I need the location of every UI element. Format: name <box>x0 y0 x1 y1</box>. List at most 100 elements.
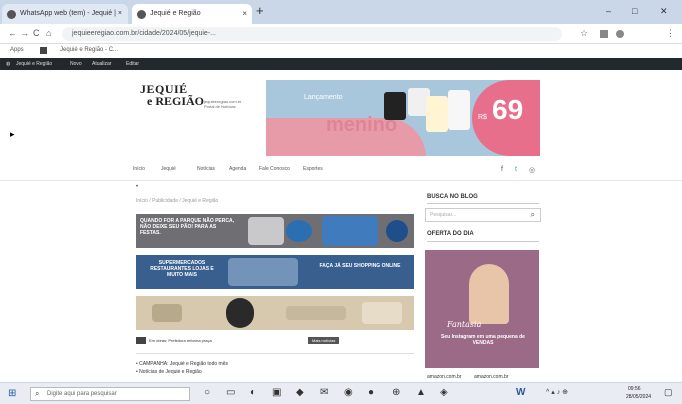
reload-button[interactable]: C <box>33 28 40 38</box>
banner-image <box>248 217 284 245</box>
divider <box>136 353 414 354</box>
home-button[interactable]: ⌂ <box>46 28 51 38</box>
search-placeholder: Pesquisar... <box>430 212 457 218</box>
cortana-icon[interactable]: ○ <box>204 387 210 398</box>
sidebar-title-offer: OFERTA DO DIA <box>427 231 474 237</box>
ad-price: 69 <box>492 94 524 125</box>
web-page: JEQUIÉ e REGIÃO jequieeregiao.com.br Por… <box>0 70 682 382</box>
ad-banner-2[interactable]: SUPERMERCADOS RESTAURANTES LOJAS E MUITO… <box>136 255 414 289</box>
wordpress-admin-bar: ◍ Jequié e Região Novo Atualizar Editar <box>0 58 682 70</box>
news-tag[interactable]: Mais notícias <box>308 337 340 344</box>
app-icon[interactable]: ● <box>368 387 374 398</box>
bookmark-jequie[interactable]: Jequié e Região - C... <box>60 47 118 53</box>
ad-label: Lançamento <box>304 94 343 101</box>
extension-icon[interactable] <box>600 30 608 38</box>
notification-icon[interactable]: ▢ <box>664 387 673 398</box>
maximize-button[interactable]: □ <box>632 6 637 16</box>
banner-text: FAÇA JÁ SEU SHOPPING ONLINE <box>319 263 401 269</box>
banner-image <box>152 304 182 322</box>
url-input[interactable]: jequieeregiao.com.br/cidade/2024/05/jequ… <box>62 27 562 41</box>
ad-banner-1[interactable]: QUANDO FOR A PARQUE NÃO PERCA, NÃO DEIXE… <box>136 214 414 248</box>
news-link[interactable]: Em obras: Prefeitura reforma praça <box>149 338 212 343</box>
ad-banner-3[interactable] <box>136 296 414 330</box>
url-text: jequieeregiao.com.br/cidade/2024/05/jequ… <box>72 30 216 37</box>
news-thumb-icon <box>136 337 146 344</box>
banner-box <box>362 302 402 324</box>
facebook-icon[interactable]: f <box>501 166 503 173</box>
menu-item-sports[interactable]: Esportes <box>303 166 323 172</box>
ad-person-image <box>469 264 509 324</box>
header-ad-banner[interactable]: Lançamento menino R$ 69 <box>266 80 540 156</box>
back-button[interactable]: ← <box>8 28 17 38</box>
forward-button[interactable]: → <box>20 28 29 38</box>
menu-item-contact[interactable]: Fale Conosco <box>259 166 290 172</box>
file-explorer-icon[interactable]: ▣ <box>272 387 281 398</box>
instagram-icon[interactable]: ◎ <box>529 166 535 174</box>
admin-site-link[interactable]: Jequié e Região <box>16 61 52 67</box>
banner-box <box>322 216 378 246</box>
windows-start-icon[interactable]: ⊞ <box>8 388 16 399</box>
app-icon[interactable]: ◈ <box>440 387 448 398</box>
word-icon[interactable]: W <box>516 387 525 398</box>
list-item[interactable]: • Notícias de Jequié e Região <box>136 369 202 375</box>
task-view-icon[interactable]: ▭ <box>226 387 235 398</box>
drive-icon[interactable]: ▲ <box>416 387 426 398</box>
profile-avatar[interactable] <box>616 30 624 38</box>
banner-text: QUANDO FOR A PARQUE NÃO PERCA, NÃO DEIXE… <box>140 218 234 236</box>
site-tab-icon <box>137 10 146 19</box>
minimize-button[interactable]: – <box>606 6 611 16</box>
taskbar-search-input[interactable]: ⌕ Digite aqui para pesquisar <box>30 387 190 401</box>
twitter-icon[interactable]: t <box>515 166 517 173</box>
browser-tab-bar: WhatsApp web (tem) - Jequié | × Jequié e… <box>0 0 682 24</box>
close-window-button[interactable]: ✕ <box>660 6 668 17</box>
menu-item-agenda[interactable]: Agenda <box>229 166 246 172</box>
content-marker: • <box>136 184 139 190</box>
admin-edit-link[interactable]: Editar <box>126 61 139 67</box>
store-icon[interactable]: ◆ <box>296 387 304 398</box>
banner-box <box>286 306 346 320</box>
bookmark-apps[interactable]: Apps <box>10 47 24 53</box>
mail-icon[interactable]: ✉ <box>320 387 328 398</box>
shirt-image <box>448 90 470 130</box>
amazon-link[interactable]: amazon.com.br <box>474 374 508 380</box>
wordpress-icon[interactable]: ◍ <box>6 61 10 67</box>
admin-new-link[interactable]: Novo <box>70 61 82 67</box>
mouse-cursor: ▸ <box>10 129 15 139</box>
close-tab-icon[interactable]: × <box>242 9 247 18</box>
banner-seal <box>386 220 408 242</box>
list-item[interactable]: • CAMPANHA: Jequié e Região todo mês <box>136 361 228 367</box>
site-logo-line2[interactable]: e REGIÃO <box>147 94 204 109</box>
clock-date[interactable]: 28/05/2024 <box>626 394 651 400</box>
sidebar-ad-image[interactable]: Fantasia Seu Instagram em uma pequena de… <box>425 250 539 368</box>
browser-icon[interactable]: ⊕ <box>392 387 400 398</box>
admin-refresh-link[interactable]: Atualizar <box>92 61 111 67</box>
breadcrumb[interactable]: Início / Publicidade / Jequié e Região <box>136 198 218 204</box>
chrome-icon[interactable]: ◉ <box>344 387 353 398</box>
tab-label: WhatsApp web (tem) - Jequié | × <box>20 10 122 17</box>
menu-item-news[interactable]: Notícias <box>197 166 215 172</box>
browser-menu-icon[interactable]: ⋮ <box>666 28 675 39</box>
news-strip: Em obras: Prefeitura reforma praça Mais … <box>136 337 414 345</box>
edge-icon[interactable]: ◐ <box>250 387 256 398</box>
browser-tab-jequie[interactable]: Jequié e Região × <box>132 4 252 24</box>
search-input[interactable]: Pesquisar... ⌕ <box>425 208 541 222</box>
clock-time[interactable]: 09:56 <box>628 386 641 392</box>
windows-taskbar: ⊞ ⌕ Digite aqui para pesquisar ○ ▭ ◐ ▣ ◆… <box>0 382 682 404</box>
address-bar-row: ← → C ⌂ jequieeregiao.com.br/cidade/2024… <box>0 24 682 44</box>
new-tab-button[interactable]: + <box>256 3 264 18</box>
browser-tab-whatsapp[interactable]: WhatsApp web (tem) - Jequié | × <box>2 4 128 24</box>
menu-item-jequie[interactable]: Jequié <box>161 166 176 172</box>
menu-divider <box>0 180 682 181</box>
menu-item-home[interactable]: Início <box>133 166 145 172</box>
sidebar-ad-caption: Seu Instagram em uma pequena de VENDAS <box>441 334 525 346</box>
search-icon: ⌕ <box>35 389 40 398</box>
shirt-image <box>384 92 406 120</box>
main-menu: Início Jequié Notícias Agenda Fale Conos… <box>133 164 543 176</box>
search-icon[interactable]: ⌕ <box>531 210 535 220</box>
bookmark-star-icon[interactable]: ☆ <box>580 28 588 39</box>
tab-label: Jequié e Região <box>150 10 201 17</box>
amazon-link[interactable]: amazon.com.br <box>427 374 461 380</box>
bookmark-icon <box>40 47 47 54</box>
system-tray[interactable]: ^ ▴ ♪ ⊕ <box>546 388 568 396</box>
bookmarks-bar: Apps Jequié e Região - C... <box>0 44 682 58</box>
